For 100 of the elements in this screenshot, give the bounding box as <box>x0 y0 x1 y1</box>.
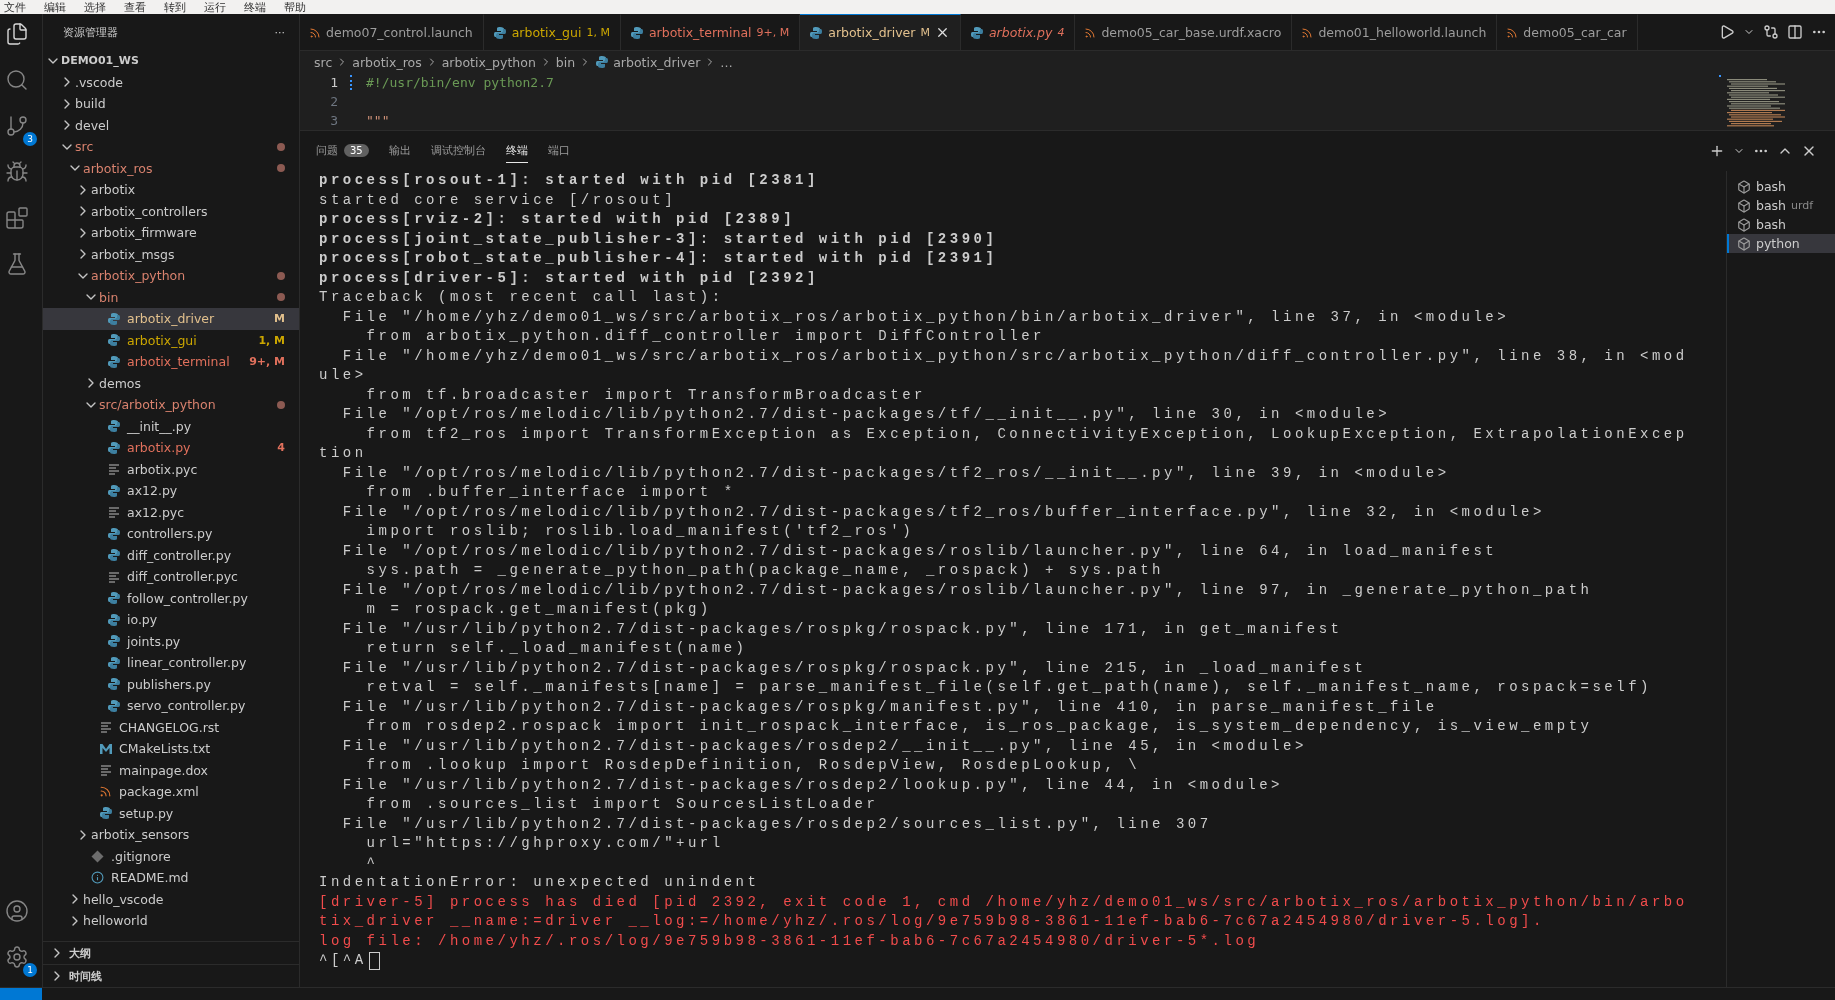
section-header[interactable]: 大纲 <box>43 941 299 964</box>
account-icon[interactable] <box>5 899 29 923</box>
terminal-item[interactable]: bash <box>1727 177 1835 196</box>
folder-row[interactable]: devel <box>43 114 299 136</box>
file-row[interactable]: CMakeLists.txt <box>43 738 299 760</box>
folder-row[interactable]: arbotix_python <box>43 265 299 287</box>
file-row[interactable]: publishers.py <box>43 673 299 695</box>
file-row[interactable]: diff_controller.py <box>43 544 299 566</box>
split-editor-icon[interactable] <box>1787 24 1803 40</box>
terminal-item[interactable]: bash urdf <box>1727 196 1835 215</box>
tab-label: demo07_control.launch <box>326 25 473 40</box>
panel-tab[interactable]: 输出 <box>388 139 411 163</box>
breadcrumb-item[interactable]: arbotix_driver <box>613 54 701 70</box>
panel-tab[interactable]: 端口 <box>547 139 570 163</box>
file-row[interactable]: ax12.pyc <box>43 501 299 523</box>
editor-tab[interactable]: arbotix_driver M <box>800 14 961 50</box>
folder-row[interactable]: arbotix_firmware <box>43 222 299 244</box>
folder-row[interactable]: bin <box>43 286 299 308</box>
file-row[interactable]: follow_controller.py <box>43 587 299 609</box>
file-row[interactable]: ax12.py <box>43 480 299 502</box>
folder-row[interactable]: arbotix_msgs <box>43 243 299 265</box>
file-row[interactable]: __init__.py <box>43 415 299 437</box>
file-row[interactable]: arbotix_gui 1, M <box>43 329 299 351</box>
files-icon[interactable] <box>5 22 29 46</box>
branch-icon[interactable] <box>5 114 29 138</box>
python-icon <box>492 25 507 40</box>
folder-row[interactable]: demos <box>43 372 299 394</box>
panel-tab[interactable]: 终端 <box>505 139 528 163</box>
file-row[interactable]: linear_controller.py <box>43 652 299 674</box>
file-row[interactable]: .gitignore <box>43 845 299 867</box>
folder-row[interactable]: build <box>43 93 299 115</box>
terminal-item[interactable]: bash <box>1727 215 1835 234</box>
folder-row[interactable]: helloworld <box>43 910 299 932</box>
folder-row[interactable]: arbotix_controllers <box>43 200 299 222</box>
terminal-line: from tf.broadcaster import TransformBroadcaster <box>365 385 926 405</box>
menu-item[interactable]: 查看 <box>124 2 146 14</box>
panel-tab[interactable]: 问题 35 <box>316 139 369 163</box>
workspace-row[interactable]: DEMO01_WS <box>43 50 299 72</box>
search-icon[interactable] <box>5 68 29 92</box>
terminal-line: process[driver-5]: started with pid [2392] <box>319 268 819 288</box>
play-icon[interactable] <box>1719 24 1735 40</box>
file-row[interactable]: servo_controller.py <box>43 695 299 717</box>
file-row[interactable]: arbotix.pyc <box>43 458 299 480</box>
breadcrumb-item[interactable]: bin <box>555 54 576 70</box>
file-row[interactable]: CHANGELOG.rst <box>43 716 299 738</box>
flask-icon[interactable] <box>5 252 29 276</box>
folder-row[interactable]: .vscode <box>43 71 299 93</box>
folder-name: helloworld <box>83 913 148 929</box>
folder-row[interactable]: arbotix_ros <box>43 157 299 179</box>
file-row[interactable]: setup.py <box>43 802 299 824</box>
breadcrumb-item[interactable]: … <box>720 54 733 70</box>
file-row[interactable]: README.md <box>43 867 299 889</box>
menu-item[interactable]: 帮助 <box>284 2 306 14</box>
terminal-line: File "/usr/lib/python2.7/dist-packages/rosdep2/lookup.py", line 44, in <module> <box>341 775 1283 795</box>
terminal-line: from arbotix_python.diff_controller import DiffController <box>365 327 1045 346</box>
tab-label: demo05_car_car <box>1523 25 1627 40</box>
file-name: README.md <box>111 870 189 886</box>
bug-icon[interactable] <box>5 160 29 184</box>
plus-icon[interactable] <box>1709 143 1725 159</box>
more-button[interactable]: ··· <box>274 25 285 39</box>
file-row[interactable]: arbotix.py 4 <box>43 437 299 459</box>
folder-row[interactable]: arbotix <box>43 179 299 201</box>
file-row[interactable]: io.py <box>43 609 299 631</box>
folder-row[interactable]: src/arbotix_python <box>43 394 299 416</box>
code-line: """ <box>365 113 390 128</box>
folder-row[interactable]: src <box>43 136 299 158</box>
blocks-icon[interactable] <box>5 206 29 230</box>
breadcrumb-item[interactable]: arbotix_python <box>441 54 536 70</box>
folder-row[interactable]: arbotix_sensors <box>43 824 299 846</box>
breadcrumb-item[interactable]: src <box>314 54 333 70</box>
terminal-line: File "/usr/lib/python2.7/dist-packages/rospkg/rospack.py", line 215, in _load_manifest <box>341 658 1367 678</box>
panel-tab-label: 问题 <box>316 143 338 158</box>
file-row[interactable]: joints.py <box>43 630 299 652</box>
menu-item[interactable]: 选择 <box>84 2 106 14</box>
tab-status-label: M <box>920 26 930 39</box>
compare-icon[interactable] <box>1763 24 1779 40</box>
panel-tab-label: 输出 <box>388 143 411 158</box>
file-row[interactable]: package.xml <box>43 781 299 803</box>
menu-item[interactable]: 终端 <box>244 2 266 14</box>
folder-row[interactable]: hello_vscode <box>43 888 299 910</box>
menu-item[interactable]: 转到 <box>164 2 186 14</box>
file-row[interactable]: diff_controller.pyc <box>43 566 299 588</box>
panel-tab[interactable]: 调试控制台 <box>430 139 486 163</box>
menu-item[interactable]: 运行 <box>204 2 226 14</box>
file-name: joints.py <box>127 633 181 649</box>
breadcrumb-item[interactable]: arbotix_ros <box>352 54 422 70</box>
menu-item[interactable]: 文件 <box>4 2 26 14</box>
file-row[interactable]: controllers.py <box>43 523 299 545</box>
python-icon <box>809 25 824 40</box>
menu-item[interactable]: 编辑 <box>44 2 66 14</box>
code-line: #!/usr/bin/env python2.7 <box>365 75 554 90</box>
terminal-line: import roslib; roslib.load_manifest('tf2_ros') <box>365 522 915 541</box>
settings-icon[interactable] <box>5 945 29 969</box>
terminal-item[interactable]: python <box>1727 234 1835 253</box>
file-row[interactable]: arbotix_driver M <box>43 308 299 330</box>
python-icon <box>107 354 121 369</box>
file-row[interactable]: mainpage.dox <box>43 759 299 781</box>
file-row[interactable]: arbotix_terminal 9+, M <box>43 351 299 373</box>
count-badge: 35 <box>344 144 369 157</box>
file-name: package.xml <box>119 784 199 800</box>
